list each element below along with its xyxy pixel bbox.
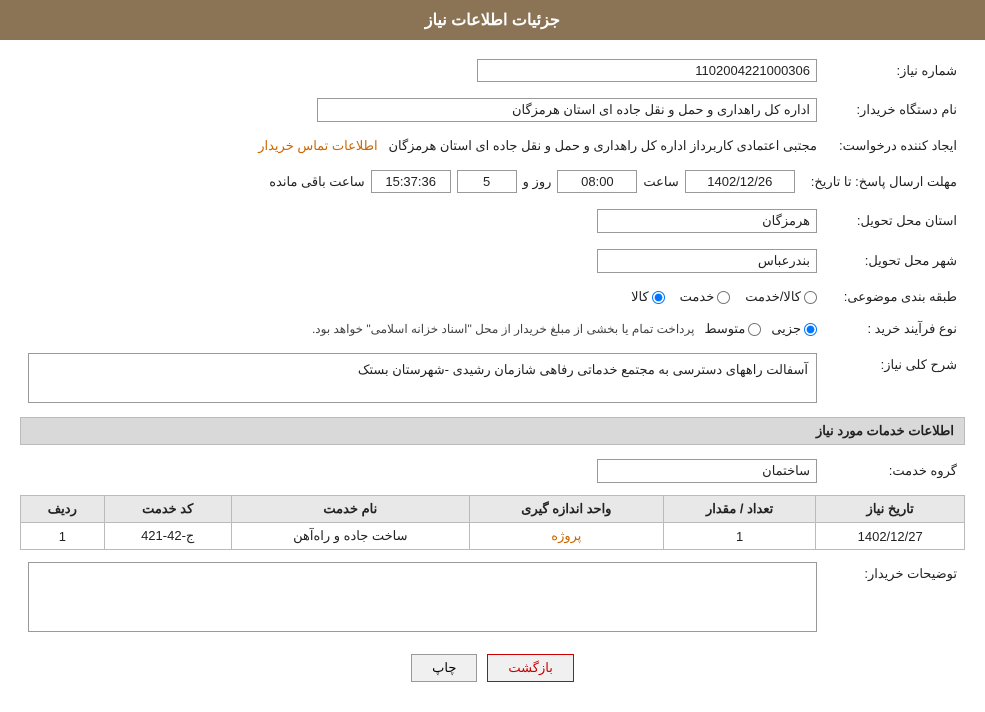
province-label: استان محل تحویل: [825,205,965,237]
service-group-value: ساختمان [20,455,825,487]
col-unit: واحد اندازه گیری [469,496,663,523]
col-row-num: ردیف [21,496,105,523]
category-label: طبقه بندی موضوعی: [825,285,965,309]
purchase-type-label: نوع فرآیند خرید : [825,317,965,341]
buyer-org-row: نام دستگاه خریدار: اداره کل راهداری و حم… [20,94,965,126]
services-table-header: تاریخ نیاز تعداد / مقدار واحد اندازه گیر… [21,496,965,523]
description-section: شرح کلی نیاز: آسفالت راههای دسترسی به مج… [20,349,965,407]
cell-unit: پروژه [469,523,663,550]
province-field: هرمزگان [597,209,817,233]
request-number-label: شماره نیاز: [825,55,965,86]
buyer-comments-label: توضیحات خریدار: [825,558,965,639]
deadline-fields: 1402/12/26 ساعت 08:00 روز و 5 15:37:36 س… [28,170,795,193]
description-field: آسفالت راههای دسترسی به مجتمع خدماتی رفا… [28,353,817,403]
creator-row: ایجاد کننده درخواست: مجتبی اعتمادی کاربر… [20,134,965,158]
services-section-title: اطلاعات خدمات مورد نیاز [20,417,965,445]
city-label: شهر محل تحویل: [825,245,965,277]
purchase-jozi-radio[interactable] [804,323,817,336]
purchase-type-radio-group: جزیی متوسط پرداخت تمام یا بخشی از مبلغ خ… [28,321,817,337]
city-field: بندرعباس [597,249,817,273]
service-group-row: گروه خدمت: ساختمان [20,455,965,487]
buyer-comments-value [20,558,825,639]
service-group-label: گروه خدمت: [825,455,965,487]
buyer-org-field: اداره کل راهداری و حمل و نقل جاده ای است… [317,98,817,122]
category-kala-radio[interactable] [652,291,665,304]
print-button[interactable]: چاپ [411,654,477,682]
province-value: هرمزگان [20,205,825,237]
deadline-row: مهلت ارسال پاسخ: تا تاریخ: 1402/12/26 سا… [20,166,965,197]
buyer-org-label: نام دستگاه خریدار: [825,94,965,126]
service-group-field: ساختمان [597,459,817,483]
cell-service-name: ساخت جاده و راه‌آهن [231,523,469,550]
col-service-name: نام خدمت [231,496,469,523]
buyer-org-value: اداره کل راهداری و حمل و نقل جاده ای است… [20,94,825,126]
category-kala-khedmat-radio[interactable] [804,291,817,304]
cell-quantity: 1 [663,523,815,550]
creator-contact-link[interactable]: اطلاعات تماس خریدار [258,138,377,153]
button-row: بازگشت چاپ [20,654,965,682]
deadline-date-field: 1402/12/26 [685,170,795,193]
category-kala-label: کالا [631,289,649,305]
purchase-note: پرداخت تمام یا بخشی از مبلغ خریدار از مح… [312,322,695,336]
request-number-row: شماره نیاز: 1102004221000306 [20,55,965,86]
back-button[interactable]: بازگشت [487,654,573,682]
buyer-comments-field[interactable] [28,562,817,632]
content-area: شماره نیاز: 1102004221000306 نام دستگاه … [0,40,985,712]
deadline-value: 1402/12/26 ساعت 08:00 روز و 5 15:37:36 س… [20,166,803,197]
category-kala-khedmat-option[interactable]: کالا/خدمت [745,289,817,305]
table-row: 1402/12/27 1 پروژه ساخت جاده و راه‌آهن ج… [21,523,965,550]
creator-value: مجتبی اعتمادی کاربرداز اداره کل راهداری … [20,134,825,158]
category-radio-group: کالا/خدمت خدمت کالا [28,289,817,305]
remaining-time-field: 15:37:36 [371,170,451,193]
purchase-motavaset-option[interactable]: متوسط [704,321,761,337]
category-kala-option[interactable]: کالا [631,289,665,305]
page-wrapper: جزئیات اطلاعات نیاز شماره نیاز: 11020042… [0,0,985,712]
col-quantity: تعداد / مقدار [663,496,815,523]
category-options: کالا/خدمت خدمت کالا [20,285,825,309]
purchase-motavaset-label: متوسط [704,321,745,337]
description-value: آسفالت راههای دسترسی به مجتمع خدماتی رفا… [20,349,825,407]
category-khedmat-radio[interactable] [717,291,730,304]
purchase-jozi-option[interactable]: جزیی [771,321,817,337]
deadline-days-field: 5 [457,170,517,193]
deadline-label: مهلت ارسال پاسخ: تا تاریخ: [803,166,965,197]
cell-date: 1402/12/27 [816,523,965,550]
purchase-type-row: نوع فرآیند خرید : جزیی متوسط پرداخت تمام… [20,317,965,341]
city-value: بندرعباس [20,245,825,277]
deadline-days-label: روز و [523,174,552,190]
request-number-value: 1102004221000306 [20,55,825,86]
description-label: شرح کلی نیاز: [825,349,965,407]
purchase-type-options: جزیی متوسط پرداخت تمام یا بخشی از مبلغ خ… [20,317,825,341]
province-row: استان محل تحویل: هرمزگان [20,205,965,237]
category-row: طبقه بندی موضوعی: کالا/خدمت خدمت [20,285,965,309]
creator-label: ایجاد کننده درخواست: [825,134,965,158]
category-khedmat-option[interactable]: خدمت [680,289,731,305]
deadline-time-label: ساعت [643,174,678,190]
cell-service-code: ج-42-421 [104,523,231,550]
purchase-motavaset-radio[interactable] [748,323,761,336]
category-kala-khedmat-label: کالا/خدمت [745,289,801,305]
services-table: تاریخ نیاز تعداد / مقدار واحد اندازه گیر… [20,495,965,550]
col-date: تاریخ نیاز [816,496,965,523]
remaining-time-label: ساعت باقی مانده [269,174,364,190]
city-row: شهر محل تحویل: بندرعباس [20,245,965,277]
col-service-code: کد خدمت [104,496,231,523]
creator-name: مجتبی اعتمادی کاربرداز اداره کل راهداری … [388,138,817,153]
cell-row-num: 1 [21,523,105,550]
buyer-comments-section: توضیحات خریدار: [20,558,965,639]
page-header: جزئیات اطلاعات نیاز [0,0,985,40]
page-title: جزئیات اطلاعات نیاز [425,12,560,29]
deadline-time-field: 08:00 [557,170,637,193]
request-number-field: 1102004221000306 [477,59,817,82]
purchase-jozi-label: جزیی [771,321,801,337]
category-khedmat-label: خدمت [680,289,715,305]
